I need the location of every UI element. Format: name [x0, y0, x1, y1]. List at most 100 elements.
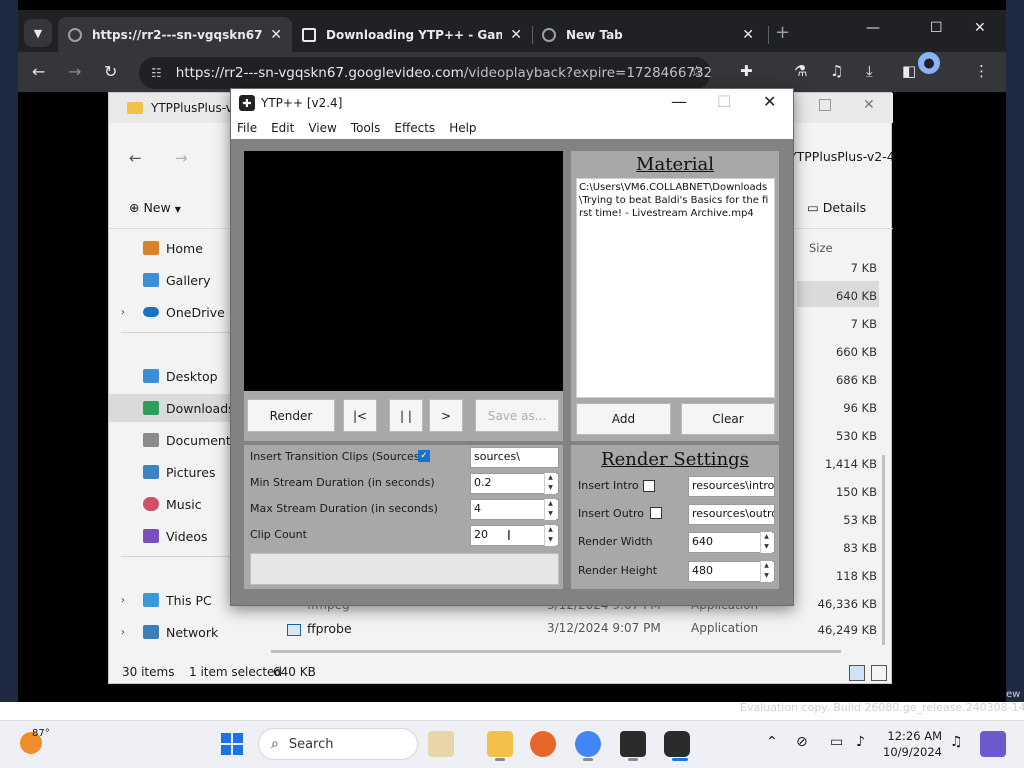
insert-intro-checkbox[interactable]: [643, 480, 655, 492]
chrome-app-icon[interactable]: [575, 731, 601, 757]
details-button[interactable]: ▭ Details: [807, 200, 866, 215]
min-duration-stepper[interactable]: ▲ ▼: [544, 473, 556, 494]
forward-arrow-icon[interactable]: →: [68, 62, 81, 81]
horizontal-scrollbar[interactable]: [271, 650, 841, 653]
tab-new-tab[interactable]: New Tab ✕: [532, 17, 764, 52]
chevron-right-icon[interactable]: ›: [121, 307, 125, 318]
file-date: 3/12/2024 9:07 PM: [547, 621, 661, 635]
extensions-icon[interactable]: ✚: [740, 62, 753, 80]
close-icon[interactable]: ✕: [742, 27, 754, 43]
maximize-icon[interactable]: ☐: [930, 20, 943, 36]
nav-item-desktop[interactable]: Desktop: [109, 362, 249, 390]
new-tab-button[interactable]: +: [775, 22, 790, 43]
file-explorer-app-icon[interactable]: [487, 731, 513, 757]
nav-item-home[interactable]: Home: [109, 234, 249, 262]
nav-label: Downloads: [166, 400, 235, 416]
display-icon[interactable]: ▭: [830, 734, 843, 750]
nav-item-videos[interactable]: Videos: [109, 522, 249, 550]
side-panel-icon[interactable]: ◧: [902, 62, 916, 80]
material-item[interactable]: C:\Users\VM6.COLLABNET\Downloads\Trying …: [579, 181, 772, 220]
profile-avatar[interactable]: ●: [918, 52, 940, 74]
nav-item-network[interactable]: › Network: [109, 618, 249, 646]
sources-path-input[interactable]: sources\: [470, 447, 559, 468]
close-icon[interactable]: ✕: [270, 27, 282, 43]
file-name[interactable]: ffprobe: [307, 621, 352, 636]
nav-item-music[interactable]: Music: [109, 490, 249, 518]
tab-gamejolt[interactable]: Downloading YTP++ - Game Jolt ✕: [292, 17, 532, 52]
labs-icon[interactable]: ⚗: [794, 62, 807, 80]
intro-path-input[interactable]: resources\intro.mp4: [688, 476, 775, 497]
nav-item-documents[interactable]: Documents: [109, 426, 249, 454]
forward-arrow-icon[interactable]: →: [175, 149, 188, 167]
add-material-button[interactable]: Add: [576, 403, 671, 435]
ytp-app-icon[interactable]: [664, 731, 690, 757]
breadcrumb[interactable]: YTPPlusPlus-v2-4: [789, 149, 895, 164]
menu-tools[interactable]: Tools: [351, 121, 381, 135]
max-duration-stepper[interactable]: ▲ ▼: [544, 499, 556, 520]
chevron-up-icon[interactable]: ⌃: [766, 734, 778, 750]
nav-item-this-pc[interactable]: › This PC: [109, 586, 249, 614]
volume-icon[interactable]: ♪: [856, 734, 865, 750]
kebab-menu-icon[interactable]: ⋮: [974, 62, 989, 80]
menu-effects[interactable]: Effects: [394, 121, 435, 135]
start-button[interactable]: [221, 733, 243, 755]
minimize-icon[interactable]: —: [671, 92, 687, 111]
tab-search-button[interactable]: ▼: [24, 19, 52, 47]
back-arrow-icon[interactable]: ←: [32, 62, 45, 81]
network-off-icon[interactable]: ⊘: [796, 734, 808, 750]
nav-item-pictures[interactable]: Pictures: [109, 458, 249, 486]
render-height-stepper[interactable]: ▲ ▼: [760, 561, 772, 582]
firefox-app-icon[interactable]: [530, 731, 556, 757]
widgets-app-icon[interactable]: [428, 731, 454, 757]
close-window-icon[interactable]: ✕: [974, 20, 986, 36]
close-icon[interactable]: ✕: [510, 27, 522, 43]
terminal-app-icon[interactable]: [620, 731, 646, 757]
bookmark-star-icon[interactable]: ☆: [690, 62, 703, 80]
insert-intro-label: Insert Intro: [578, 479, 639, 492]
render-button[interactable]: Render: [247, 399, 335, 432]
insert-outro-checkbox[interactable]: [650, 507, 662, 519]
site-info-icon[interactable]: ☷: [151, 66, 162, 80]
file-size: 53 KB: [843, 513, 877, 527]
taskbar-clock[interactable]: 12:26 AM 10/9/2024: [880, 728, 942, 760]
reload-icon[interactable]: ↻: [104, 62, 117, 81]
save-as-button[interactable]: Save as...: [475, 399, 559, 432]
maximize-icon[interactable]: [819, 99, 831, 111]
outro-path-input[interactable]: resources\outro.mp4: [688, 504, 775, 525]
menu-view[interactable]: View: [308, 121, 336, 135]
details-view-icon[interactable]: [849, 665, 865, 681]
download-icon[interactable]: ⤓: [866, 62, 873, 80]
maximize-icon[interactable]: ☐: [717, 92, 731, 111]
insert-transition-checkbox[interactable]: ✓: [418, 450, 430, 462]
menu-file[interactable]: File: [237, 121, 257, 135]
menu-edit[interactable]: Edit: [271, 121, 294, 135]
taskbar-search[interactable]: ⌕ Search: [258, 728, 418, 760]
render-width-stepper[interactable]: ▲ ▼: [760, 532, 772, 553]
clip-count-stepper[interactable]: ▲ ▼: [544, 525, 556, 546]
nav-item-onedrive[interactable]: › OneDrive: [109, 298, 249, 326]
pause-button[interactable]: | |: [389, 399, 423, 432]
close-icon[interactable]: ✕: [763, 92, 776, 111]
first-frame-button[interactable]: |<: [343, 399, 377, 432]
close-icon[interactable]: ✕: [863, 97, 875, 113]
gamejolt-icon: [302, 27, 316, 42]
minimize-icon[interactable]: —: [866, 20, 880, 36]
address-bar[interactable]: ☷ https://rr2---sn-vgqskn67.googlevideo.…: [139, 57, 711, 89]
size-column-header[interactable]: Size: [809, 241, 833, 255]
chevron-right-icon[interactable]: ›: [121, 595, 125, 606]
chevron-right-icon[interactable]: ›: [121, 627, 125, 638]
tiles-view-icon[interactable]: [871, 665, 887, 681]
vertical-scrollbar[interactable]: [882, 455, 885, 645]
nav-item-gallery[interactable]: Gallery: [109, 266, 249, 294]
clear-material-button[interactable]: Clear: [681, 403, 775, 435]
new-button[interactable]: ⊕ New ▼: [129, 200, 181, 215]
menu-help[interactable]: Help: [449, 121, 476, 135]
tab-videoplayback[interactable]: https://rr2---sn-vgqskn67.googlevideo.co…: [58, 17, 292, 52]
material-list[interactable]: C:\Users\VM6.COLLABNET\Downloads\Trying …: [576, 178, 775, 398]
copilot-icon[interactable]: [980, 731, 1006, 757]
notification-bell-icon[interactable]: ♫: [950, 734, 963, 750]
back-arrow-icon[interactable]: ←: [129, 149, 142, 167]
next-button[interactable]: >: [429, 399, 463, 432]
nav-item-downloads[interactable]: Downloads: [109, 394, 249, 422]
media-controls-icon[interactable]: ♫: [830, 62, 843, 80]
